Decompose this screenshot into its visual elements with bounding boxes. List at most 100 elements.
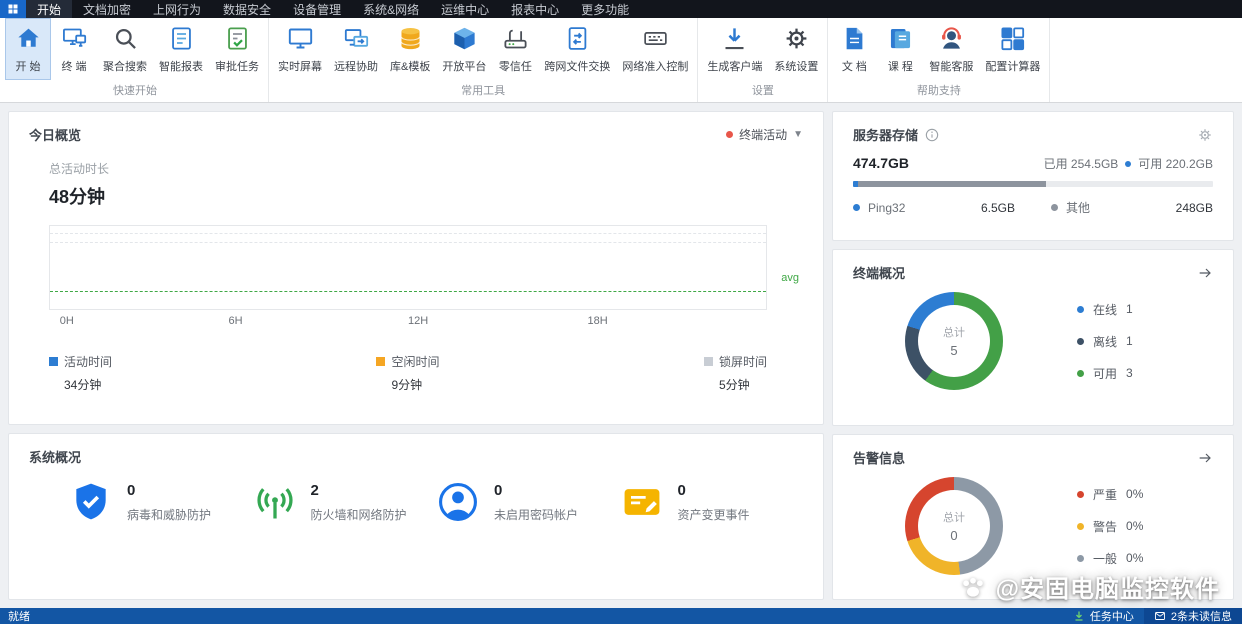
ribbon-button-docs[interactable]: 文 档 [831,18,877,80]
ribbon-button-label: 终 端 [61,58,86,74]
ribbon-button-label: 配置计算器 [985,58,1040,74]
system-metric-item[interactable]: 0未启用密码帐户 [436,480,620,524]
donut-legend-value: 0% [1126,487,1143,501]
ribbon-button-realtime-screen[interactable]: 实时屏幕 [272,18,328,80]
ribbon-button-label: 审批任务 [215,58,259,74]
donut-legend-item: 严重0% [1077,486,1143,503]
donut-legend-label: 在线 [1093,301,1117,318]
system-metric-item[interactable]: 2 防火墙和网络防护 [253,480,437,524]
legend-label: 活动时间 [64,353,112,370]
total-activity-value: 48分钟 [49,183,823,209]
menu-tab-2[interactable]: 上网行为 [142,0,212,18]
system-metric-count: 2 [311,482,407,499]
menu-tab-1[interactable]: 文档加密 [72,0,142,18]
ribbon-button-zero-trust[interactable]: 零信任 [492,18,538,80]
ribbon-group-label: 快速开始 [5,80,265,102]
menu-tab-0[interactable]: 开始 [26,0,72,18]
card-title: 告警信息 [853,448,905,467]
legend-dot-icon [1077,491,1084,498]
card-title: 终端概况 [853,263,905,282]
system-metric-count: 0 [127,482,211,499]
today-overview-card: 今日概览 终端活动 ▼ 总活动时长 48分钟 [8,111,824,425]
client-icon [721,25,748,52]
ribbon-button-library[interactable]: 库&模板 [384,18,436,80]
exchange-icon [564,25,591,52]
ribbon-button-terminal[interactable]: 终 端 [51,18,97,80]
search-icon [112,25,139,52]
donut-legend-value: 0% [1126,551,1143,565]
app-menu-icon[interactable] [0,0,26,18]
alert-info-card: 告警信息 总计 0 严重0%警告0%一般0% [832,434,1234,600]
shield-check-icon [69,480,113,524]
unread-messages-button[interactable]: 2条未读信息 [1144,608,1242,624]
system-metric-item[interactable]: 0资产变更事件 [620,480,804,524]
ribbon-group-1: 实时屏幕远程协助库&模板开放平台零信任跨网文件交换网络准入控制常用工具 [269,18,698,102]
activity-filter-dropdown[interactable]: 终端活动 ▼ [726,126,803,143]
system-metric-item[interactable]: 0病毒和威胁防护 [69,480,253,524]
ribbon-button-report[interactable]: 智能报表 [153,18,209,80]
ribbon-button-file-exchange[interactable]: 跨网文件交换 [538,18,616,80]
menu-tab-7[interactable]: 报表中心 [500,0,570,18]
system-metric-label: 防火墙和网络防护 [311,506,407,523]
donut-legend-label: 离线 [1093,333,1117,350]
zerotrust-icon [502,25,529,52]
donut-legend-value: 0% [1126,519,1143,533]
donut-legend-label: 可用 [1093,365,1117,382]
legend-label: 锁屏时间 [719,353,767,370]
platform-icon [451,25,478,52]
server-storage-card: 服务器存储 474.7GB 已用 254.5GB 可用 220.2GB [832,111,1234,241]
ribbon-button-network-access[interactable]: 网络准入控制 [616,18,694,80]
breakdown-value: 248GB [1176,201,1213,215]
breakdown-dot-icon [1051,204,1058,211]
system-metric-count: 0 [678,482,750,499]
ribbon-button-sys-settings[interactable]: 系统设置 [768,18,824,80]
home-icon [15,25,42,52]
legend-color-swatch [376,357,385,366]
legend-dot-icon [1077,555,1084,562]
menu-tab-4[interactable]: 设备管理 [282,0,352,18]
donut-total-value: 5 [950,343,957,358]
ribbon-button-label: 零信任 [499,58,532,74]
system-metric-label: 未启用密码帐户 [494,506,578,523]
donut-legend-value: 1 [1126,334,1133,348]
ribbon-button-course[interactable]: 课 程 [877,18,923,80]
donut-legend-item: 警告0% [1077,518,1143,535]
ribbon-button-open-platform[interactable]: 开放平台 [436,18,492,80]
ribbon-button-label: 聚合搜索 [103,58,147,74]
menu-tab-5[interactable]: 系统&网络 [352,0,430,18]
x-axis-tick: 12H [408,315,428,327]
ribbon-button-label: 智能客服 [929,58,973,74]
legend-dot-icon [1077,523,1084,530]
terminal-monitor-icon [61,25,88,52]
menu-tab-6[interactable]: 运维中心 [430,0,500,18]
download-arrow-icon [1073,610,1085,622]
ribbon-button-smart-service[interactable]: 智能客服 [923,18,979,80]
unread-messages-label: 2条未读信息 [1171,608,1232,624]
task-center-button[interactable]: 任务中心 [1063,608,1144,624]
ribbon-button-label: 库&模板 [390,58,430,74]
x-axis-tick: 6H [229,315,243,327]
storage-free: 可用 220.2GB [1138,155,1213,172]
ribbon-button-label: 跨网文件交换 [544,58,610,74]
ribbon-button-label: 开 始 [15,58,40,74]
menu-tab-3[interactable]: 数据安全 [212,0,282,18]
alert-donut-chart: 总计 0 [905,477,1003,575]
total-activity-label: 总活动时长 [49,160,823,177]
ribbon-button-label: 系统设置 [774,58,818,74]
info-icon[interactable] [924,127,940,143]
menu-tab-8[interactable]: 更多功能 [570,0,640,18]
terminal-overview-card: 终端概况 总计 5 在线1离线1可用3 [832,249,1234,426]
ribbon-button-approval[interactable]: 审批任务 [209,18,265,80]
ribbon-button-remote-assist[interactable]: 远程协助 [328,18,384,80]
chevron-down-icon: ▼ [793,129,803,140]
storage-used: 已用 254.5GB [1044,155,1119,172]
arrow-right-icon[interactable] [1197,265,1213,281]
ribbon-button-gen-client[interactable]: 生成客户端 [701,18,768,80]
ribbon-button-calculator[interactable]: 配置计算器 [979,18,1046,80]
storage-settings-gear-icon[interactable] [1197,127,1213,143]
arrow-right-icon[interactable] [1197,450,1213,466]
ribbon-button-search[interactable]: 聚合搜索 [97,18,153,80]
ribbon-button-start[interactable]: 开 始 [5,18,51,80]
asset-card-icon [620,480,664,524]
card-title: 今日概览 [29,125,81,144]
